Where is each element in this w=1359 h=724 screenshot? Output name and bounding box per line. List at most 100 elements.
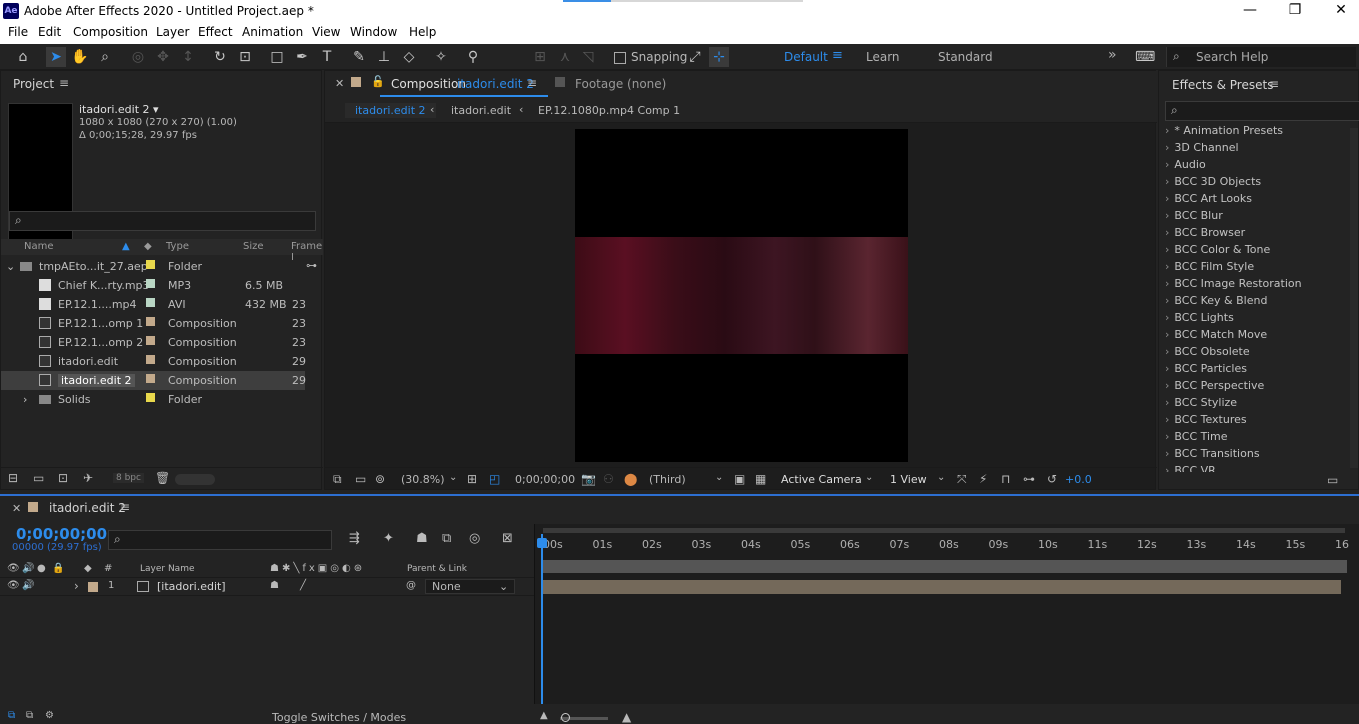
chevron-down-icon[interactable]: ⌄ xyxy=(937,472,945,483)
expand-arrow-icon[interactable]: › xyxy=(23,393,27,406)
local-axis-icon[interactable]: ⊞ xyxy=(530,47,550,67)
more-workspaces-button[interactable]: » xyxy=(1108,47,1117,63)
graph-editor-icon[interactable]: ⊠ xyxy=(502,531,513,546)
chevron-right-icon[interactable]: › xyxy=(1165,260,1169,273)
hide-shy-layers-icon[interactable]: ☗ xyxy=(416,531,428,546)
label-swatch[interactable] xyxy=(146,279,155,288)
layer-row[interactable]: 👁 🔊 › 1 [itadori.edit] ☗ ╱ @ None ⌄ xyxy=(0,578,534,596)
camera-dropdown[interactable]: Active Camera xyxy=(781,473,862,486)
camera-snapshot-icon[interactable]: 📷 xyxy=(581,472,596,486)
flowchart-icon[interactable]: ⊶ xyxy=(306,259,317,272)
close-button[interactable]: ✕ xyxy=(1331,2,1351,18)
project-item-row[interactable]: itadori.edit 2 Composition 29 xyxy=(1,371,306,390)
fast-previews-icon[interactable]: ⚡ xyxy=(979,472,987,486)
draft-3d-icon[interactable]: ✦ xyxy=(383,531,394,546)
effects-category[interactable]: › BCC Art Looks xyxy=(1165,192,1252,205)
brush-tool-icon[interactable]: ✎ xyxy=(349,47,369,67)
always-preview-icon[interactable]: ⧉ xyxy=(333,472,342,487)
layer-duration-bar[interactable] xyxy=(543,580,1341,594)
render-icon[interactable]: ✈ xyxy=(83,471,93,485)
project-item-row[interactable]: ⌄ tmpAEto...it_27.aep Folder xyxy=(1,257,305,276)
quality-switch-icon[interactable]: ╱ xyxy=(300,580,306,591)
type-tool-icon[interactable]: T xyxy=(317,47,337,67)
project-item-name[interactable]: tmpAEto...it_27.aep xyxy=(39,260,148,273)
effects-category[interactable]: › BCC Film Style xyxy=(1165,260,1254,273)
breadcrumb-item[interactable]: EP.12.1080p.mp4 Comp 1 xyxy=(538,104,680,117)
show-snapshot-icon[interactable]: ⚇ xyxy=(603,472,614,486)
chevron-right-icon[interactable]: › xyxy=(1165,192,1169,205)
chevron-right-icon[interactable]: › xyxy=(1165,396,1169,409)
timeline-icon[interactable]: ⊓ xyxy=(1001,472,1010,486)
effects-panel-title[interactable]: Effects & Presets xyxy=(1172,78,1273,92)
effects-category[interactable]: › BCC Browser xyxy=(1165,226,1245,239)
workspace-default[interactable]: Default xyxy=(784,50,828,64)
project-item-name[interactable]: itadori.edit xyxy=(58,355,118,368)
visibility-icon[interactable]: 👁 xyxy=(7,580,20,591)
layer-label-swatch[interactable] xyxy=(88,582,98,592)
effects-category[interactable]: › BCC Obsolete xyxy=(1165,345,1250,358)
menu-window[interactable]: Window xyxy=(350,25,397,39)
effects-category[interactable]: › BCC Image Restoration xyxy=(1165,277,1302,290)
comp-tab-name[interactable]: itadori.edit 2 xyxy=(457,77,534,91)
chevron-right-icon[interactable]: › xyxy=(1165,362,1169,375)
current-time-indicator[interactable] xyxy=(541,534,543,704)
chevron-right-icon[interactable]: › xyxy=(1165,243,1169,256)
time-ruler[interactable]: 00s 01s 02s 03s 04s 05s 06s 07s 08s 09s 10s 11s 12s 1… xyxy=(535,538,1359,554)
safe-margins-icon[interactable]: ◰ xyxy=(489,472,500,486)
layer-name[interactable]: [itadori.edit] xyxy=(157,580,226,593)
workspace-menu-icon[interactable]: ≡ xyxy=(832,48,843,63)
col-size[interactable]: Size xyxy=(243,241,264,252)
restore-button[interactable]: ❐ xyxy=(1285,2,1305,18)
close-tab-icon[interactable]: ✕ xyxy=(335,77,344,90)
eraser-tool-icon[interactable]: ◇ xyxy=(399,47,419,67)
panel-menu-icon[interactable]: ≡ xyxy=(120,500,130,514)
view-axis-icon[interactable]: ◹ xyxy=(578,47,598,67)
region-of-interest-icon[interactable]: ▣ xyxy=(734,472,745,486)
work-area-bar[interactable] xyxy=(543,528,1345,533)
current-time-display[interactable]: 0;00;00;00 xyxy=(515,473,575,486)
project-item-row[interactable]: itadori.edit Composition 29 xyxy=(1,352,306,371)
effects-category[interactable]: › BCC Color & Tone xyxy=(1165,243,1270,256)
layer-name-column[interactable]: Layer Name xyxy=(140,564,195,574)
zoom-slider-thumb[interactable] xyxy=(561,713,570,722)
motion-blur-icon[interactable]: ◎ xyxy=(469,531,480,546)
effects-category[interactable]: › 3D Channel xyxy=(1165,141,1239,154)
project-item-name[interactable]: EP.12.1...omp 1 xyxy=(58,317,143,330)
workspace-learn[interactable]: Learn xyxy=(866,50,900,64)
effects-search-input[interactable]: ⌕ xyxy=(1165,101,1359,121)
chevron-right-icon[interactable]: › xyxy=(1165,413,1169,426)
label-swatch[interactable] xyxy=(146,355,155,364)
composition-mini-flowchart-icon[interactable]: ⇶ xyxy=(349,531,360,546)
label-swatch[interactable] xyxy=(146,336,155,345)
snapping-features-icon[interactable]: ⊹ xyxy=(709,47,729,67)
chevron-right-icon[interactable]: › xyxy=(1165,430,1169,443)
chevron-right-icon[interactable]: › xyxy=(1165,345,1169,358)
label-swatch[interactable] xyxy=(146,260,155,269)
snapping-checkbox[interactable] xyxy=(614,52,626,64)
orbit-camera-icon[interactable]: ◎ xyxy=(128,47,148,67)
chevron-down-icon[interactable]: ⌄ xyxy=(449,472,457,483)
views-dropdown[interactable]: 1 View xyxy=(890,473,927,486)
panel-menu-icon[interactable]: ≡ xyxy=(1269,77,1279,91)
composition-viewer[interactable] xyxy=(575,129,908,462)
effects-category[interactable]: › BCC VR xyxy=(1165,464,1216,472)
parent-link-column[interactable]: Parent & Link xyxy=(407,564,467,574)
chevron-right-icon[interactable]: › xyxy=(1165,464,1169,472)
menu-composition[interactable]: Composition xyxy=(73,25,148,39)
delete-icon[interactable]: 🗑 xyxy=(155,471,170,485)
reset-exposure-icon[interactable]: ↺ xyxy=(1047,472,1057,486)
chevron-down-icon[interactable]: ⌄ xyxy=(865,472,873,483)
menu-effect[interactable]: Effect xyxy=(198,25,233,39)
effects-category[interactable]: › * Animation Presets xyxy=(1165,124,1283,137)
effects-category[interactable]: › BCC Time xyxy=(1165,430,1228,443)
label-column-icon[interactable]: ◆ xyxy=(144,241,152,252)
project-item-name[interactable]: Chief K...rty.mp3 xyxy=(58,279,150,292)
visibility-column-icon[interactable]: 👁 xyxy=(7,563,20,574)
timeline-tab-name[interactable]: itadori.edit 2 xyxy=(49,501,126,515)
project-item-row[interactable]: EP.12.1....mp4 AVI 432 MB 23 xyxy=(1,295,306,314)
timeline-search-input[interactable]: ⌕ xyxy=(108,530,332,550)
clone-stamp-tool-icon[interactable]: ⊥ xyxy=(374,47,394,67)
effects-category[interactable]: › BCC Blur xyxy=(1165,209,1223,222)
selection-tool-icon[interactable]: ➤ xyxy=(46,47,66,67)
project-item-row[interactable]: Chief K...rty.mp3 MP3 6.5 MB xyxy=(1,276,305,295)
